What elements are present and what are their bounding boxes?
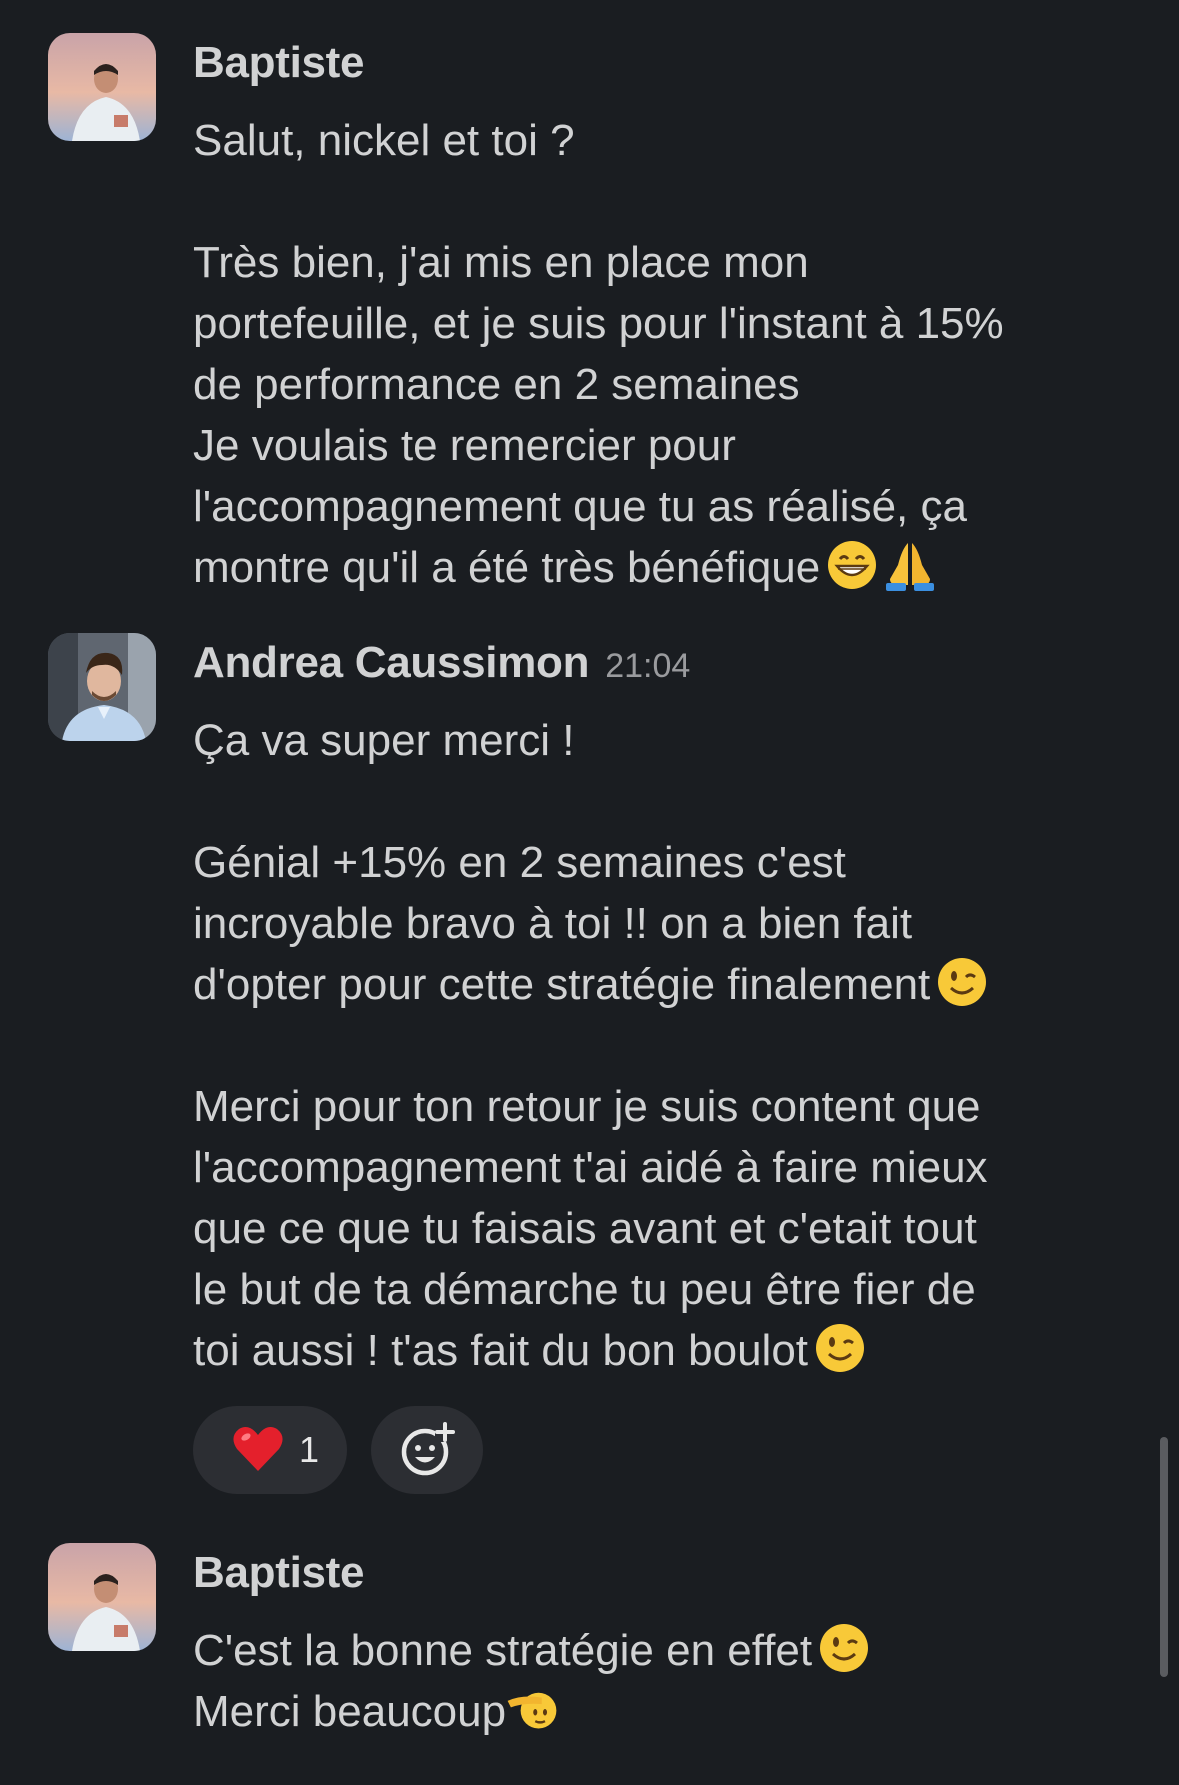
message-line: toi aussi ! t'as fait du bon boulot [193,1326,809,1375]
author-name[interactable]: Baptiste [193,38,365,88]
message-line-gap [193,771,1153,832]
message-line: d'opter pour cette stratégie finalement [193,960,931,1009]
message-line: Merci pour ton retour je suis content qu… [193,1082,981,1131]
message-line: que ce que tu faisais avant et c'etait t… [193,1204,977,1253]
message-text: Ça va super merci ! Génial +15% en 2 sem… [193,710,1153,1381]
grinning-face-icon [826,539,878,591]
avatar-baptiste[interactable] [48,33,156,141]
message-line: Merci beaucoup [193,1687,507,1736]
message-line: de performance en 2 semaines [193,360,800,409]
avatar-andrea[interactable] [48,633,156,741]
author-name[interactable]: Andrea Caussimon [193,638,589,688]
message-line: l'accompagnement que tu as réalisé, ça [193,482,967,531]
reaction-count: 1 [298,1429,320,1470]
winking-face-icon [814,1322,866,1374]
red-heart-icon [231,1423,285,1477]
message-line: l'accompagnement t'ai aidé à faire mieux [193,1143,988,1192]
message-line: Très bien, j'ai mis en place mon [193,238,809,287]
message-line-with-emoji: C'est la bonne stratégie en effet [193,1620,1153,1681]
avatar-photo-icon [48,633,156,741]
message-line: Génial +15% en 2 semaines c'est [193,838,846,887]
message-line: C'est la bonne stratégie en effet [193,1626,813,1675]
message-line: portefeuille, et je suis pour l'instant … [193,299,1004,348]
message-line-last: montre qu'il a été très bénéfique [193,537,1153,598]
avatar-photo-icon [48,33,156,141]
message-line: Salut, nickel et toi ? [193,116,575,165]
message-line: Ça va super merci ! [193,716,575,765]
add-emoji-icon [397,1420,457,1480]
avatar-baptiste[interactable] [48,1543,156,1651]
reactions-bar: 1 [193,1406,483,1494]
message-line-with-emoji: toi aussi ! t'as fait du bon boulot [193,1320,1153,1381]
message-timestamp[interactable]: 21:04 [605,647,690,686]
message-line: Je voulais te remercier pour [193,421,736,470]
winking-face-icon [818,1622,870,1674]
author-name[interactable]: Baptiste [193,1548,365,1598]
message-text: Salut, nickel et toi ? Très bien, j'ai m… [193,110,1153,598]
message-text: C'est la bonne stratégie en effet Merci … [193,1620,1153,1742]
message-line-with-emoji: d'opter pour cette stratégie finalement [193,954,1153,1015]
message-line: le but de ta démarche tu peu être fier d… [193,1265,976,1314]
message-line-with-emoji: Merci beaucoup [193,1681,1153,1742]
reaction-heart-button[interactable]: 1 [193,1406,347,1494]
message-line-gap [193,1015,1153,1076]
message-line-gap [193,171,1153,232]
avatar-photo-icon [48,1543,156,1651]
scrollbar[interactable] [1160,1437,1168,1677]
folded-hands-icon [884,539,936,591]
add-reaction-button[interactable] [371,1406,483,1494]
message-line: montre qu'il a été très bénéfique [193,543,821,592]
winking-face-icon [936,956,988,1008]
message-line: incroyable bravo à toi !! on a bien fait [193,899,913,948]
saluting-face-icon [506,1683,570,1735]
